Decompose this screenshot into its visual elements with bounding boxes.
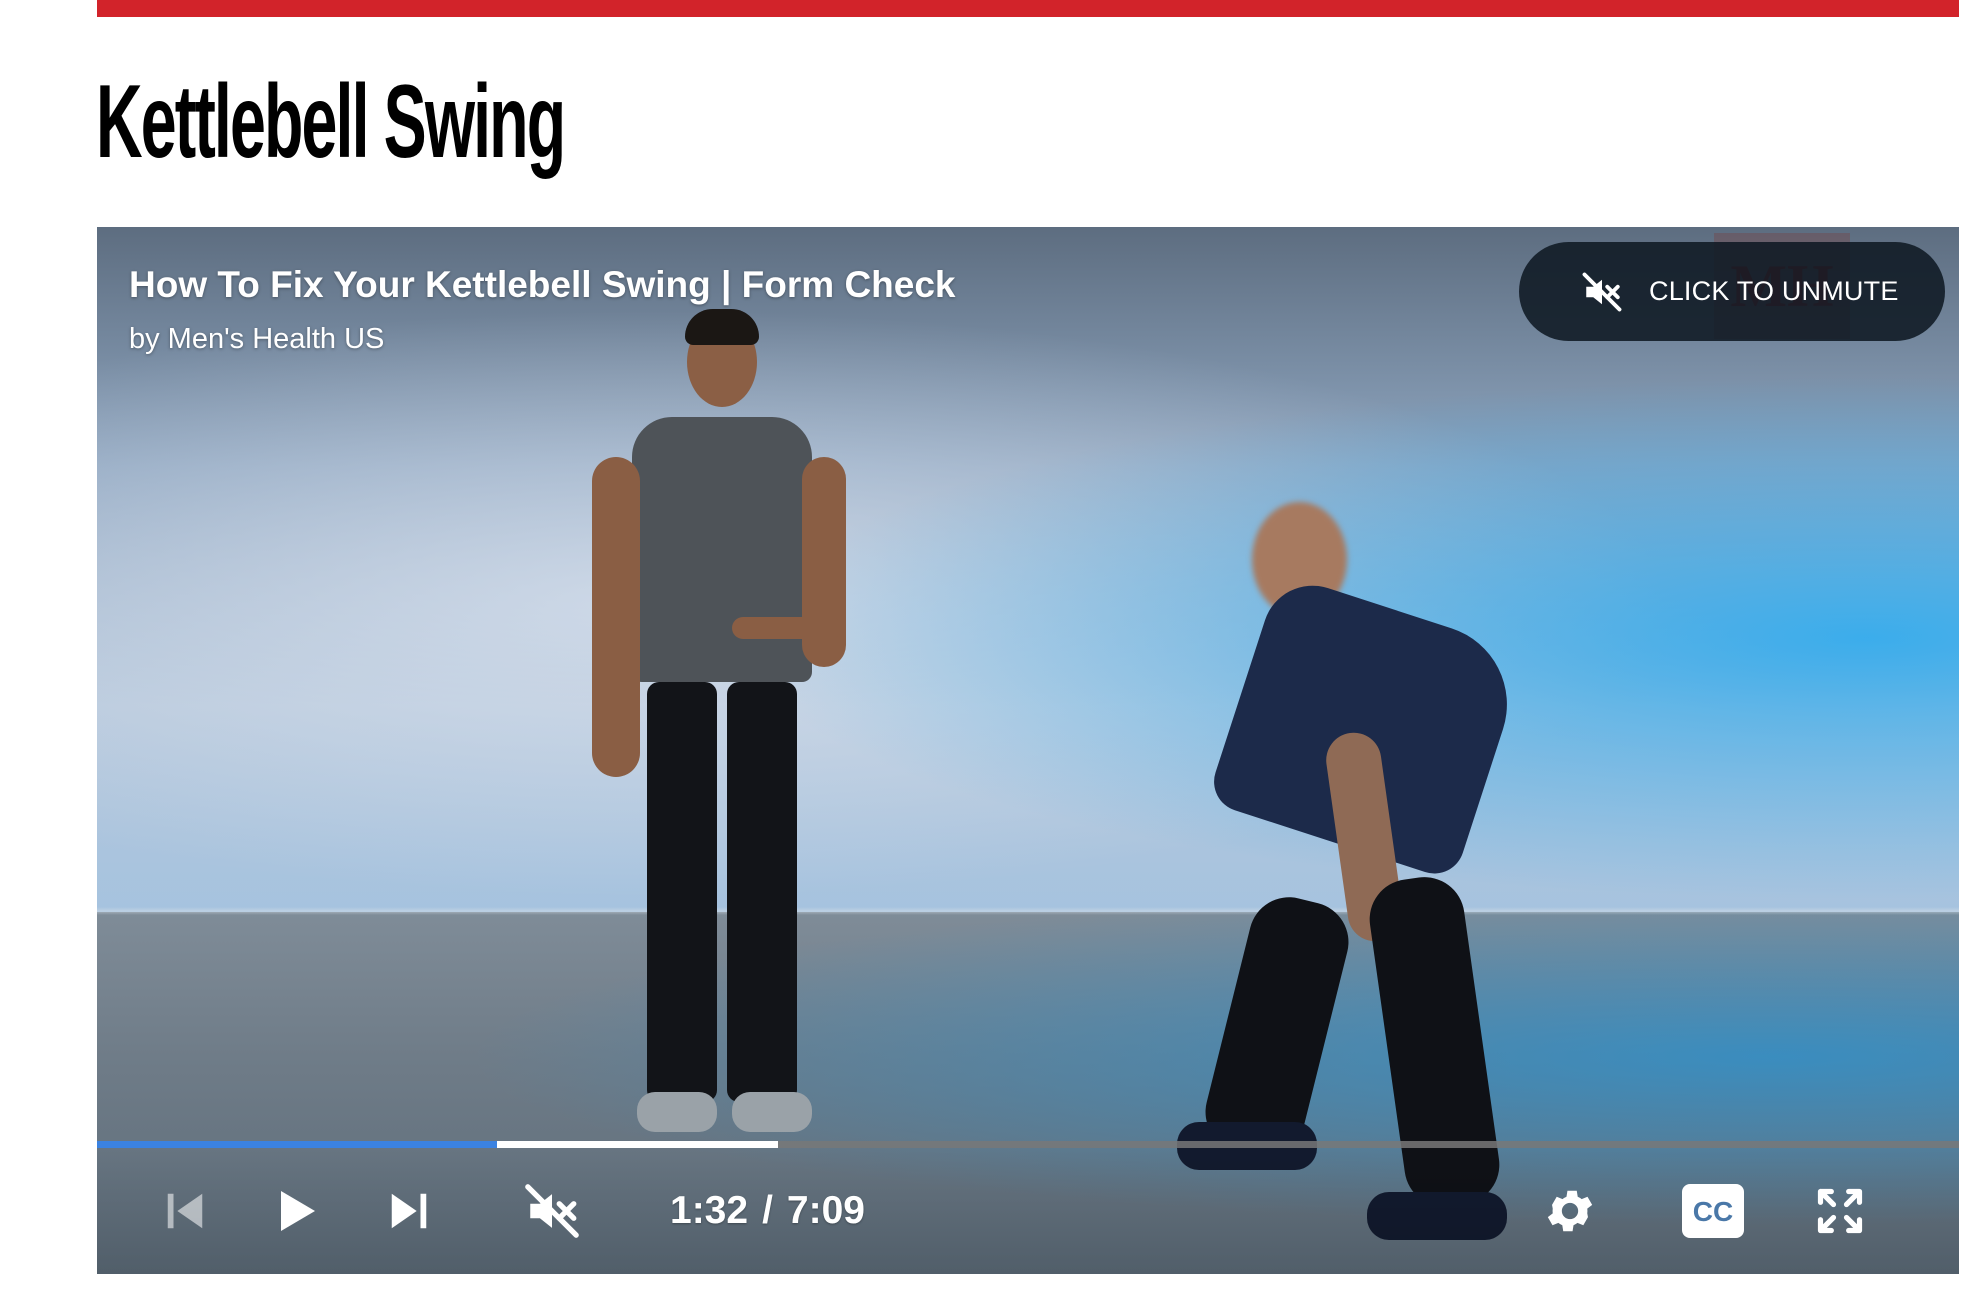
- settings-button[interactable]: [1535, 1148, 1605, 1274]
- demonstrator-figure: [1177, 502, 1547, 1252]
- video-floor-edge: [97, 907, 1959, 915]
- time-separator: /: [762, 1189, 773, 1232]
- closed-captions-icon: CC: [1682, 1184, 1744, 1238]
- video-title[interactable]: How To Fix Your Kettlebell Swing | Form …: [129, 261, 956, 309]
- progress-bar[interactable]: [97, 1141, 1959, 1148]
- unmute-label: CLICK TO UNMUTE: [1649, 276, 1899, 306]
- presenter-figure: [592, 309, 857, 1147]
- previous-icon: [162, 1188, 208, 1234]
- page-title: Kettlebell Swing: [96, 64, 566, 180]
- time-display: 1:32 / 7:09: [670, 1148, 865, 1274]
- closed-captions-button[interactable]: CC: [1677, 1148, 1749, 1274]
- next-button[interactable]: [376, 1148, 442, 1274]
- player-controls: 1:32 / 7:09 CC: [97, 1148, 1959, 1274]
- current-time: 1:32: [670, 1189, 749, 1232]
- top-accent-bar: [97, 0, 1959, 17]
- video-frame: [97, 227, 1959, 1274]
- video-byline[interactable]: by Men's Health US: [129, 317, 956, 361]
- muted-speaker-icon: [1581, 271, 1623, 313]
- video-info-overlay: How To Fix Your Kettlebell Swing | Form …: [129, 261, 956, 361]
- next-icon: [386, 1188, 432, 1234]
- fullscreen-button[interactable]: [1805, 1148, 1875, 1274]
- play-button[interactable]: [262, 1148, 328, 1274]
- cc-label: CC: [1693, 1196, 1733, 1227]
- fullscreen-icon: [1814, 1185, 1866, 1237]
- progress-played: [97, 1141, 498, 1148]
- mute-toggle-button[interactable]: [512, 1148, 592, 1274]
- click-to-unmute-button[interactable]: CLICK TO UNMUTE: [1519, 242, 1945, 341]
- previous-button[interactable]: [152, 1148, 218, 1274]
- settings-icon: [1542, 1183, 1598, 1239]
- video-player[interactable]: MH How To Fix Your Kettlebell Swing | Fo…: [97, 227, 1959, 1274]
- total-duration: 7:09: [786, 1189, 865, 1232]
- play-icon: [271, 1186, 319, 1236]
- muted-volume-icon: [523, 1182, 581, 1240]
